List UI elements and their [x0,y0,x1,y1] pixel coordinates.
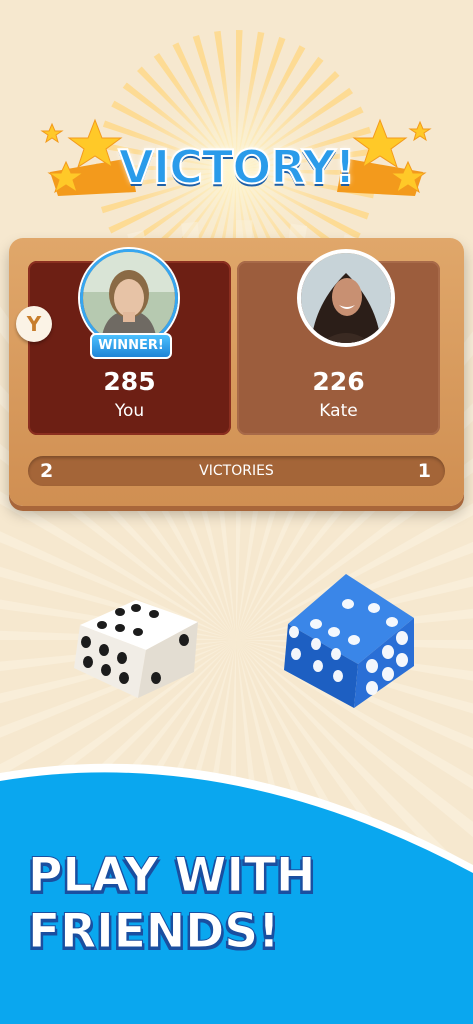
player-token: Y [16,306,52,342]
player-name-you: You [114,401,145,421]
avatar-kate [297,249,395,347]
score-you: 285 [103,367,156,396]
winner-badge: WINNER! [90,333,172,359]
white-dice [74,600,198,698]
player-name-kate: Kate [319,401,358,421]
blue-dice [284,574,414,708]
scoreboard: WINNER! 285 You 226 Kate 2 VICTORIES 1 [9,238,464,506]
victory-title: VICTORY! [117,139,356,195]
player-card-you: WINNER! 285 You [28,249,231,435]
victories-bar: 2 VICTORIES 1 [28,456,445,486]
player-card-kate: 226 Kate [237,249,440,435]
score-kate: 226 [312,367,365,396]
tagline: PLAY WITH FRIENDS! [28,848,448,960]
victories-label: VICTORIES [199,463,274,479]
victories-count-kate: 1 [417,460,431,482]
tagline-line-2: FRIENDS! [28,904,281,960]
tagline-line-1: PLAY WITH [28,848,316,904]
